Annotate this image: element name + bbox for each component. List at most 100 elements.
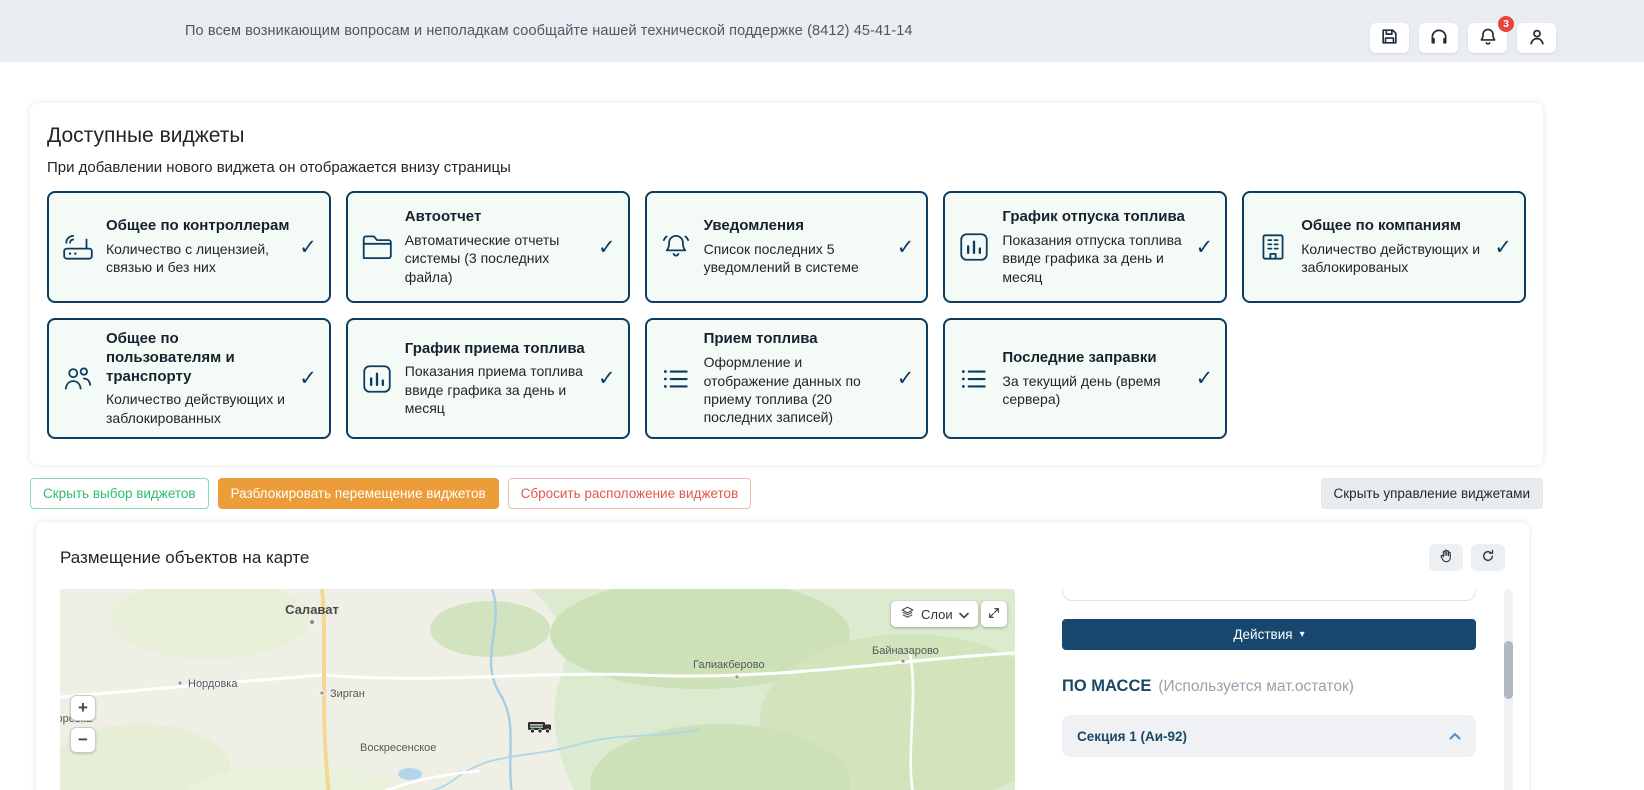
- widget-desc: Список последних 5 уведомлений в системе: [703, 240, 859, 276]
- topbar-actions: 3: [1370, 16, 1556, 53]
- widget-card-notifications[interactable]: Уведомления Список последних 5 уведомлен…: [644, 191, 929, 303]
- widget-title: График отпуска топлива: [1002, 207, 1185, 225]
- map-side-panel: Действия ▾ ПО МАССЕ (Используется мат.ос…: [1062, 589, 1476, 790]
- map-card-tools: [1429, 544, 1505, 572]
- widget-desc: Показания отпуска топлива ввиде графика …: [1002, 231, 1182, 285]
- widget-title: Общее по контроллерам: [106, 217, 290, 235]
- fullscreen-button[interactable]: [981, 601, 1007, 628]
- profile-button[interactable]: [1517, 23, 1556, 53]
- screen: По всем возникающим вопросам и неполадка…: [0, 0, 1644, 790]
- unlock-widget-move-button[interactable]: Разблокировать перемещение виджетов: [217, 478, 499, 510]
- building-icon: [1256, 230, 1290, 264]
- page-content: Доступные виджеты При добавлении нового …: [0, 103, 1644, 790]
- widget-desc: Количество действующих и заблокированых: [1301, 240, 1481, 276]
- users-icon: [61, 362, 95, 396]
- widget-card-fuel-intake[interactable]: Прием топлива Оформление и отображение д…: [644, 318, 929, 440]
- widgets-panel-title: Доступные виджеты: [47, 124, 245, 147]
- mass-heading-row: ПО МАССЕ (Используется мат.остаток): [1062, 677, 1476, 696]
- refresh-button[interactable]: [1471, 544, 1505, 572]
- zoom-out-button[interactable]: −: [70, 727, 96, 754]
- widget-desc: Количество действующих и заблокированных: [106, 391, 285, 426]
- map-label-nordovka: Нордовка: [188, 678, 238, 690]
- widget-title: График приема топлива: [404, 339, 585, 357]
- support-text: По всем возникающим вопросам и неполадка…: [185, 23, 913, 39]
- hide-widget-select-button[interactable]: Скрыть выбор виджетов: [30, 478, 209, 510]
- router-icon: [61, 230, 95, 264]
- panel-input-partial[interactable]: [1062, 589, 1476, 602]
- topbar: По всем возникающим вопросам и неполадка…: [0, 0, 1644, 62]
- check-icon: ✓: [896, 367, 915, 391]
- widget-card-controllers[interactable]: Общее по контроллерам Количество с лицен…: [47, 191, 331, 303]
- check-icon: ✓: [597, 367, 616, 391]
- notifications-button[interactable]: 3: [1468, 16, 1514, 53]
- map-canvas: Салават Нордовка Зирган Галиакберово Бай…: [60, 589, 1015, 790]
- layers-button-label: Слои: [921, 606, 953, 622]
- check-icon: ✓: [1195, 367, 1214, 391]
- actions-button-label: Действия: [1233, 627, 1293, 643]
- widget-title: Общее по пользователям и транспорту: [106, 330, 235, 385]
- folder-icon: [360, 230, 394, 264]
- map-label-zirgan: Зирган: [330, 688, 365, 700]
- check-icon: ✓: [299, 367, 317, 391]
- map-card-header: Размещение объектов на карте: [36, 522, 1529, 589]
- map-placement-card: Размещение объектов на карте Салават Нор…: [36, 522, 1529, 790]
- caret-down-icon: ▾: [1299, 628, 1305, 640]
- headphones-icon: [1429, 27, 1449, 50]
- layers-icon: [900, 605, 915, 623]
- mass-heading: ПО МАССЕ: [1062, 677, 1152, 696]
- save-button[interactable]: [1370, 23, 1409, 53]
- map-label-voskresenskoe: Воскресенское: [360, 742, 436, 754]
- widgets-panel: Доступные виджеты При добавлении нового …: [30, 103, 1543, 466]
- floppy-icon: [1380, 27, 1399, 49]
- map-label-salavat: Салават: [285, 602, 339, 617]
- check-icon: ✓: [1494, 235, 1512, 259]
- widget-title: Общее по компаниям: [1301, 217, 1461, 235]
- widget-desc: За текущий день (время сервера): [1002, 372, 1161, 407]
- list-icon: [957, 362, 991, 396]
- widget-card-fuel-intake-chart[interactable]: График приема топлива Показания приема т…: [345, 318, 630, 440]
- map[interactable]: Салават Нордовка Зирган Галиакберово Бай…: [60, 589, 1015, 790]
- map-card-title: Размещение объектов на карте: [60, 547, 310, 567]
- chevron-up-icon: [1449, 727, 1461, 745]
- widget-card-users-transport[interactable]: Общее по пользователям и транспорту Коли…: [47, 318, 331, 440]
- expand-icon: [987, 606, 1001, 623]
- widget-desc: Оформление и отображение данных по прием…: [703, 354, 861, 426]
- refresh-icon: [1480, 548, 1496, 567]
- layers-button[interactable]: Слои: [891, 601, 978, 628]
- actions-dropdown-button[interactable]: Действия ▾: [1062, 619, 1476, 651]
- chart-icon: [957, 230, 991, 264]
- person-icon: [1527, 27, 1547, 50]
- chevron-down-icon: [958, 607, 969, 622]
- widgets-grid: Общее по контроллерам Количество с лицен…: [47, 191, 1526, 440]
- support-button[interactable]: [1419, 23, 1458, 53]
- check-icon: ✓: [1195, 235, 1214, 259]
- reset-widget-layout-button[interactable]: Сбросить расположение виджетов: [507, 478, 752, 510]
- widget-card-last-refuels[interactable]: Последние заправки За текущий день (врем…: [943, 318, 1228, 440]
- widget-card-fuel-dispense-chart[interactable]: График отпуска топлива Показания отпуска…: [943, 191, 1228, 303]
- widget-desc: Количество с лицензией, связью и без них: [106, 240, 270, 276]
- zoom-in-button[interactable]: +: [70, 695, 96, 722]
- check-icon: ✓: [597, 235, 616, 259]
- bell-icon: [1478, 27, 1498, 50]
- hide-widget-management-button[interactable]: Скрыть управление виджетами: [1320, 478, 1543, 510]
- widget-title: Уведомления: [703, 217, 805, 235]
- widget-desc: Показания приема топлива ввиде графика з…: [404, 363, 583, 417]
- bell-icon: [659, 230, 693, 264]
- widget-title: Прием топлива: [703, 330, 818, 348]
- panel-scrollbar[interactable]: [1504, 589, 1513, 790]
- pan-mode-button[interactable]: [1429, 544, 1463, 572]
- map-card-body: Салават Нордовка Зирган Галиакберово Бай…: [36, 589, 1529, 790]
- widget-title: Автоотчет: [404, 207, 482, 225]
- widget-controls-row: Скрыть выбор виджетов Разблокировать пер…: [30, 478, 1543, 510]
- map-label-baynazarovo: Байназарово: [872, 645, 939, 657]
- widget-card-companies[interactable]: Общее по компаниям Количество действующи…: [1242, 191, 1526, 303]
- section-title: Секция 1 (Аи-92): [1077, 728, 1188, 744]
- section-header-ai92[interactable]: Секция 1 (Аи-92): [1062, 715, 1476, 758]
- mass-note: (Используется мат.остаток): [1158, 678, 1354, 696]
- widget-title: Последние заправки: [1002, 348, 1157, 366]
- check-icon: ✓: [299, 235, 317, 259]
- check-icon: ✓: [896, 235, 915, 259]
- scrollbar-thumb[interactable]: [1504, 641, 1513, 700]
- widget-card-autoreport[interactable]: Автоотчет Автоматические отчеты системы …: [345, 191, 630, 303]
- hand-icon: [1438, 548, 1454, 567]
